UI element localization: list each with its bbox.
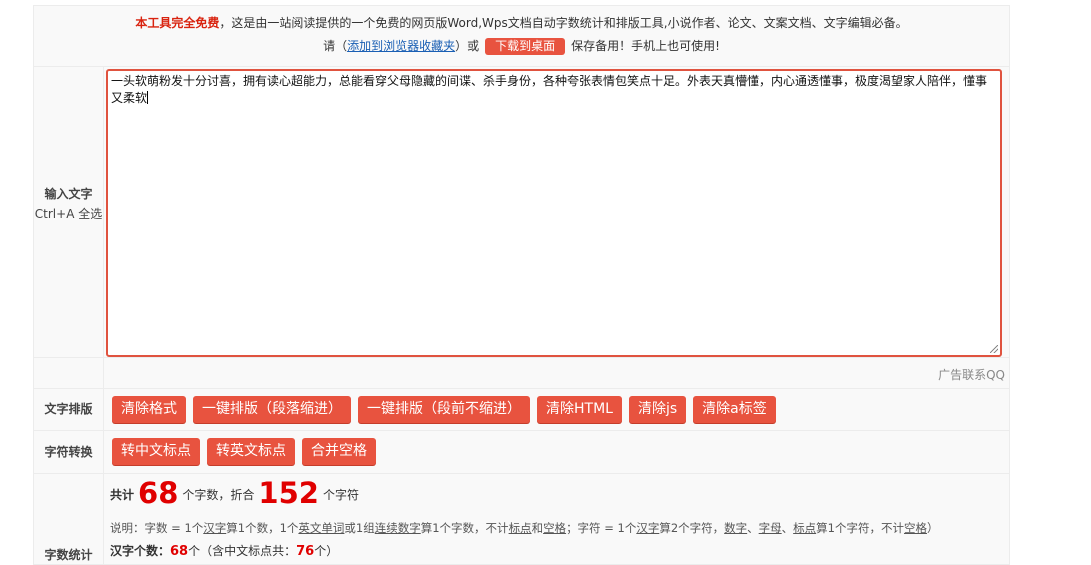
note-text: 、 xyxy=(747,521,759,535)
note-term: 英文单词 xyxy=(298,521,345,535)
note-term: 连续数字 xyxy=(374,521,421,535)
note-text: 算1个字数，不计 xyxy=(420,521,509,535)
note-text: 、 xyxy=(781,521,794,535)
clear-format-button[interactable]: 清除格式 xyxy=(112,396,186,423)
note-term: 数字 xyxy=(724,521,748,535)
stats-cell: 共计 68 个字数，折合 152 个字符 说明：字数 = 1个汉字算1个数，1个英文单词… xyxy=(104,474,1009,564)
bookmark-link[interactable]: 添加到浏览器收藏夹 xyxy=(347,39,455,53)
input-area-cell: 一头软萌粉发十分讨喜，拥有读心超能力，总能看穿父母隐藏的间谍、杀手身份，各种夸张… xyxy=(104,67,1009,357)
clear-a-tag-button[interactable]: 清除a标签 xyxy=(693,396,776,423)
word-count-value: 68 xyxy=(138,476,179,510)
layout-buttons-cell: 清除格式 一键排版（段落缩进） 一键排版（段前不缩进） 清除HTML 清除js 清除a标签 xyxy=(104,389,1009,430)
input-label: 输入文字 xyxy=(44,187,93,201)
hanzi-count-tail: 个） xyxy=(314,544,339,558)
header-bookmark-line: 请（添加到浏览器收藏夹）或 下载到桌面 保存备用！手机上也可使用! xyxy=(34,37,1009,55)
char-count-unit: 个字符 xyxy=(322,488,359,502)
hanzi-label: 汉字个数： xyxy=(110,544,171,558)
to-chinese-punct-button[interactable]: 转中文标点 xyxy=(112,438,200,465)
input-text: 一头软萌粉发十分讨喜，拥有读心超能力，总能看穿父母隐藏的间谍、杀手身份，各种夸张… xyxy=(111,74,988,105)
hanzi-count-line: 汉字个数：68个（含中文标点共：76个） xyxy=(110,542,338,559)
text-input-area[interactable]: 一头软萌粉发十分讨喜，拥有读心超能力，总能看穿父母隐藏的间谍、杀手身份，各种夸张… xyxy=(106,69,1002,357)
note-text: ；字符 = 1个 xyxy=(566,521,637,535)
ad-contact-text: 广告联系QQ xyxy=(938,368,1005,382)
total-count-line: 共计 68 个字数，折合 152 个字符 xyxy=(110,476,359,510)
convert-buttons-cell: 转中文标点 转英文标点 合并空格 xyxy=(104,431,1009,473)
to-english-punct-button[interactable]: 转英文标点 xyxy=(207,438,295,465)
select-all-hint: Ctrl+A 全选 xyxy=(34,207,103,221)
save-note: 保存备用！手机上也可使用! xyxy=(571,39,720,53)
note-text: 和 xyxy=(531,521,544,535)
note-text: 算2个字符， xyxy=(659,521,725,535)
clear-html-button[interactable]: 清除HTML xyxy=(537,396,622,423)
resize-handle-icon[interactable] xyxy=(990,345,998,353)
note-term: 汉字 xyxy=(203,521,227,535)
please-text: 请（ xyxy=(323,39,348,53)
note-text: ） xyxy=(926,521,939,535)
intro-text: ，这是由一站阅读提供的一个免费的网页版Word,Wps文档自动字数统计和排版工具… xyxy=(219,16,908,30)
or-text: ）或 xyxy=(455,39,480,53)
auto-layout-indent-button[interactable]: 一键排版（段落缩进） xyxy=(193,396,351,423)
clear-js-button[interactable]: 清除js xyxy=(628,396,687,423)
stats-label-cell: 字数统计 xyxy=(34,474,103,564)
total-prefix: 共计 xyxy=(110,488,135,502)
count-explanation: 说明：字数 = 1个汉字算1个数，1个英文单词或1组连续数字算1个字数，不计标点… xyxy=(110,520,938,536)
header-intro-line: 本工具完全免费，这是由一站阅读提供的一个免费的网页版Word,Wps文档自动字数… xyxy=(34,14,1009,31)
text-caret xyxy=(147,91,149,104)
note-text: 说明：字数 = 1个 xyxy=(110,521,204,535)
merge-spaces-button[interactable]: 合并空格 xyxy=(302,438,376,465)
note-text: 或1组 xyxy=(344,521,375,535)
note-term: 汉字 xyxy=(636,521,660,535)
note-text: 算1个字符，不计 xyxy=(816,521,904,535)
note-term: 标点 xyxy=(793,521,817,535)
tool-header: 本工具完全免费，这是由一站阅读提供的一个免费的网页版Word,Wps文档自动字数… xyxy=(34,6,1009,66)
layout-row-label: 文字排版 xyxy=(34,389,103,430)
note-term: 标点 xyxy=(508,521,532,535)
stats-label: 字数统计 xyxy=(44,548,93,562)
ad-label-cell xyxy=(34,358,103,388)
word-count-tool-panel: 本工具完全免费，这是由一站阅读提供的一个免费的网页版Word,Wps文档自动字数… xyxy=(33,5,1010,565)
note-term: 空格 xyxy=(543,521,567,535)
auto-layout-no-indent-button[interactable]: 一键排版（段前不缩进） xyxy=(358,396,530,423)
input-label-cell: 输入文字 Ctrl+A 全选 xyxy=(34,67,103,357)
note-term: 空格 xyxy=(903,521,927,535)
note-text: 算1个数，1个 xyxy=(226,521,299,535)
hanzi-count-unit: 个（含中文标点共： xyxy=(188,544,297,558)
ad-cell: 广告联系QQ xyxy=(104,358,1009,388)
download-desktop-button[interactable]: 下载到桌面 xyxy=(485,38,566,55)
free-tool-label: 本工具完全免费 xyxy=(135,16,220,30)
word-count-unit: 个字数，折合 xyxy=(182,488,255,502)
convert-row-label: 字符转换 xyxy=(34,431,103,473)
note-term: 字母 xyxy=(758,521,782,535)
char-count-value: 152 xyxy=(258,476,319,510)
